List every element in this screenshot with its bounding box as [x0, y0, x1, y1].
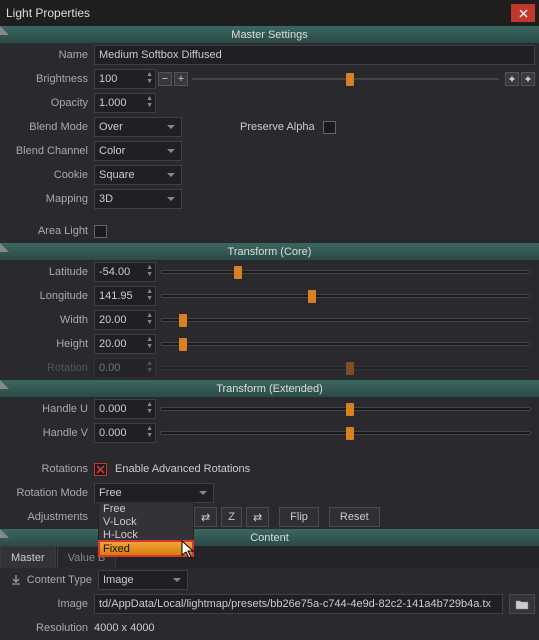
- image-label: Image: [4, 598, 94, 610]
- latitude-slider[interactable]: [160, 262, 531, 282]
- collapse-icon: [0, 529, 9, 538]
- preserve-alpha-label: Preserve Alpha: [240, 121, 315, 133]
- flip-button[interactable]: Flip: [279, 507, 319, 527]
- mapping-label: Mapping: [4, 193, 94, 205]
- opacity-input[interactable]: 1.000▲▼: [94, 93, 156, 113]
- rotation-mode-label: Rotation Mode: [4, 487, 94, 499]
- adjustments-label: Adjustments: [4, 511, 94, 523]
- collapse-icon: [0, 243, 9, 252]
- collapse-icon: [0, 380, 9, 389]
- handle-v-input[interactable]: 0.000▲▼: [94, 423, 156, 443]
- swap-z-right-button[interactable]: ⇄: [246, 507, 269, 527]
- height-slider[interactable]: [160, 334, 531, 354]
- blend-channel-label: Blend Channel: [4, 145, 94, 157]
- chevron-down-icon: [167, 149, 175, 153]
- chevron-down-icon: [167, 197, 175, 201]
- content-type-dropdown[interactable]: Image: [98, 570, 188, 590]
- handle-u-input[interactable]: 0.000▲▼: [94, 399, 156, 419]
- brightness-label: Brightness: [4, 73, 94, 85]
- chevron-down-icon: [173, 578, 181, 582]
- rotation-mode-option-fixed[interactable]: Fixed: [99, 541, 193, 556]
- section-title: Content: [0, 532, 539, 544]
- blend-mode-label: Blend Mode: [4, 121, 94, 133]
- blend-channel-dropdown[interactable]: Color: [94, 141, 182, 161]
- brightness-slider[interactable]: [192, 69, 499, 89]
- section-master-settings[interactable]: Master Settings: [0, 26, 539, 43]
- window-title: Light Properties: [4, 6, 511, 20]
- preserve-alpha-checkbox[interactable]: [323, 121, 336, 134]
- width-label: Width: [4, 314, 94, 326]
- browse-button[interactable]: [509, 594, 535, 614]
- swap-z-left-button[interactable]: ⇄: [194, 507, 217, 527]
- rotation-mode-menu[interactable]: Free V-Lock H-Lock Fixed: [98, 501, 194, 557]
- z-button[interactable]: Z: [221, 507, 242, 527]
- opacity-label: Opacity: [4, 97, 94, 109]
- width-slider[interactable]: [160, 310, 531, 330]
- name-input[interactable]: [94, 45, 535, 65]
- section-title: Master Settings: [0, 29, 539, 41]
- blend-mode-dropdown[interactable]: Over: [94, 117, 182, 137]
- close-button[interactable]: [511, 4, 535, 22]
- cookie-label: Cookie: [4, 169, 94, 181]
- image-path-input[interactable]: [94, 594, 503, 614]
- rotation-mode-option-vlock[interactable]: V-Lock: [99, 515, 193, 528]
- reset-button[interactable]: Reset: [329, 507, 380, 527]
- chevron-down-icon: [167, 173, 175, 177]
- enable-advanced-rotations-checkbox[interactable]: [94, 463, 107, 476]
- latitude-label: Latitude: [4, 266, 94, 278]
- rotation-slider: [160, 358, 531, 378]
- height-input[interactable]: 20.00▲▼: [94, 334, 156, 354]
- section-transform-extended[interactable]: Transform (Extended): [0, 380, 539, 397]
- section-transform-core[interactable]: Transform (Core): [0, 243, 539, 260]
- rotation-mode-option-hlock[interactable]: H-Lock: [99, 528, 193, 541]
- handle-u-slider[interactable]: [160, 399, 531, 419]
- name-label: Name: [4, 49, 94, 61]
- enable-advanced-rotations-label: Enable Advanced Rotations: [115, 463, 250, 475]
- chevron-down-icon: [199, 491, 207, 495]
- longitude-label: Longitude: [4, 290, 94, 302]
- section-content[interactable]: Content: [0, 529, 539, 546]
- height-label: Height: [4, 338, 94, 350]
- rotation-mode-dropdown[interactable]: Free: [94, 483, 214, 503]
- rotations-label: Rotations: [4, 463, 94, 475]
- area-light-checkbox[interactable]: [94, 225, 107, 238]
- latitude-input[interactable]: -54.00▲▼: [94, 262, 156, 282]
- content-type-label: Content Type: [24, 574, 98, 586]
- handle-v-label: Handle V: [4, 427, 94, 439]
- section-title: Transform (Core): [0, 246, 539, 258]
- chevron-down-icon: [167, 125, 175, 129]
- brightness-sun-minus-button[interactable]: ✦: [505, 72, 519, 86]
- rotation-mode-option-free[interactable]: Free: [99, 502, 193, 515]
- rotation-label: Rotation: [4, 362, 94, 374]
- download-icon[interactable]: [8, 572, 24, 588]
- longitude-input[interactable]: 141.95▲▼: [94, 286, 156, 306]
- mapping-dropdown[interactable]: 3D: [94, 189, 182, 209]
- brightness-minus-button[interactable]: −: [158, 72, 172, 86]
- rotation-input: 0.00▲▼: [94, 358, 156, 378]
- handle-u-label: Handle U: [4, 403, 94, 415]
- section-title: Transform (Extended): [0, 383, 539, 395]
- width-input[interactable]: 20.00▲▼: [94, 310, 156, 330]
- brightness-plus-button[interactable]: +: [174, 72, 188, 86]
- brightness-sun-plus-button[interactable]: ✦: [521, 72, 535, 86]
- area-light-label: Area Light: [4, 225, 94, 237]
- tab-master[interactable]: Master: [0, 546, 56, 568]
- longitude-slider[interactable]: [160, 286, 531, 306]
- cookie-dropdown[interactable]: Square: [94, 165, 182, 185]
- handle-v-slider[interactable]: [160, 423, 531, 443]
- collapse-icon: [0, 26, 9, 35]
- brightness-input[interactable]: 100▲▼: [94, 69, 156, 89]
